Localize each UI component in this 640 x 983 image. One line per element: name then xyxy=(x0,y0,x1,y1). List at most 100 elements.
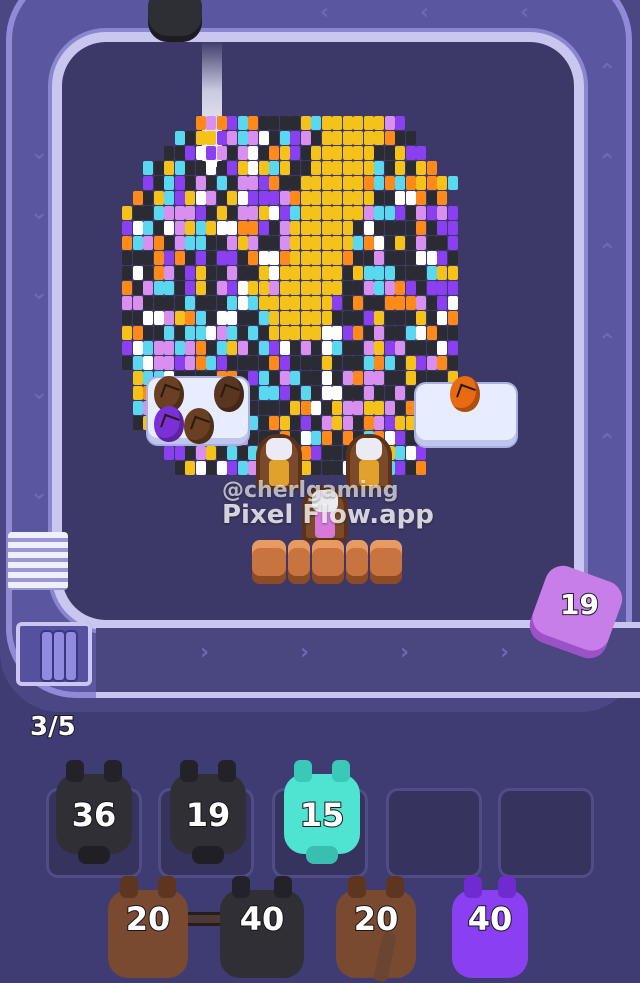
pixel-block xyxy=(174,236,185,250)
pixel-block xyxy=(258,296,269,310)
pixel-block xyxy=(143,326,153,340)
pixel-block xyxy=(195,116,206,130)
slot-5[interactable] xyxy=(498,788,594,878)
pig-count: 40 xyxy=(239,899,286,939)
pixel-block xyxy=(353,311,363,325)
pixel-block xyxy=(279,206,290,220)
pixel-block xyxy=(206,446,216,460)
pixel-block xyxy=(437,326,447,340)
pixel-block xyxy=(279,341,290,355)
slot-pig-cyan[interactable]: 15 xyxy=(284,760,360,864)
chevron-up-icon: ⌃ xyxy=(598,240,617,265)
pixel-block xyxy=(353,341,363,355)
pixel-block xyxy=(216,266,227,280)
pixel-block xyxy=(447,281,458,295)
pixel-block xyxy=(227,281,237,295)
chevron-up-icon: ⌃ xyxy=(598,330,617,355)
pixel-block xyxy=(321,326,332,340)
pixel-block xyxy=(353,161,363,175)
pixel-block xyxy=(437,191,447,205)
pixel-block xyxy=(237,221,248,235)
pixel-block xyxy=(248,296,258,310)
reserve-pig-black[interactable]: 40 xyxy=(220,876,304,978)
reserve-pig-brown[interactable]: 20 xyxy=(108,876,188,978)
pixel-block xyxy=(311,161,321,175)
pixel-block xyxy=(195,326,206,340)
watermark-site: Pixel Flow.app xyxy=(222,500,434,530)
pixel-block xyxy=(321,461,332,475)
pixel-block xyxy=(216,356,227,370)
pixel-block xyxy=(363,236,374,250)
pixel-block xyxy=(311,116,321,130)
pixel-block xyxy=(185,176,195,190)
pixel-block xyxy=(384,401,395,415)
chevron-right-icon: › xyxy=(400,640,410,665)
pig-count: 19 xyxy=(185,795,232,835)
pixel-block xyxy=(132,221,143,235)
pixel-block xyxy=(321,356,332,370)
pixel-block xyxy=(332,236,342,250)
pixel-block xyxy=(248,191,258,205)
pixel-block xyxy=(269,356,279,370)
pixel-block xyxy=(395,206,405,220)
pixel-block xyxy=(321,281,332,295)
pixel-block xyxy=(248,416,258,430)
pixel-block xyxy=(279,326,290,340)
pixel-block xyxy=(132,371,143,385)
pixel-block xyxy=(206,461,216,475)
pixel-block xyxy=(195,311,206,325)
pixel-block xyxy=(122,296,132,310)
pixel-block xyxy=(405,311,416,325)
pixel-block xyxy=(426,371,437,385)
reserve-pig-purple[interactable]: 40 xyxy=(452,876,528,978)
pixel-block xyxy=(279,221,290,235)
pixel-block xyxy=(447,266,458,280)
pixel-block xyxy=(311,146,321,160)
pixel-block xyxy=(227,221,237,235)
pixel-block xyxy=(342,296,353,310)
pixel-block xyxy=(363,251,374,265)
pixel-block xyxy=(248,236,258,250)
pixel-block xyxy=(447,326,458,340)
pixel-block xyxy=(164,251,174,265)
pixel-block xyxy=(342,311,353,325)
top-pig-dropper xyxy=(148,0,202,42)
pig-count: 40 xyxy=(467,899,514,939)
pixel-block xyxy=(132,341,143,355)
pixel-block xyxy=(248,221,258,235)
pixel-block xyxy=(321,206,332,220)
pixel-block xyxy=(290,326,300,340)
pixel-block xyxy=(395,356,405,370)
pixel-block xyxy=(416,281,426,295)
pixel-block xyxy=(374,386,384,400)
pixel-block xyxy=(384,146,395,160)
chevron-down-icon: ⌄ xyxy=(30,480,49,505)
queue-counter: 3/5 xyxy=(29,711,77,743)
pixel-block xyxy=(174,176,185,190)
pixel-block xyxy=(405,146,416,160)
pixel-block xyxy=(342,401,353,415)
pixel-block xyxy=(384,116,395,130)
pixel-block xyxy=(216,146,227,160)
pixel-block xyxy=(195,461,206,475)
pixel-block xyxy=(395,341,405,355)
pixel-block xyxy=(279,236,290,250)
pixel-block xyxy=(405,341,416,355)
pixel-block xyxy=(237,206,248,220)
pixel-block xyxy=(342,191,353,205)
slot-pig-black[interactable]: 19 xyxy=(170,760,246,864)
pixel-block xyxy=(311,341,321,355)
pixel-block xyxy=(227,356,237,370)
pixel-block xyxy=(248,131,258,145)
slot-pig-black[interactable]: 36 xyxy=(56,760,132,864)
slot-4[interactable] xyxy=(386,788,482,878)
chevron-down-icon: ⌄ xyxy=(30,200,49,225)
pixel-block xyxy=(227,146,237,160)
pixel-block xyxy=(185,251,195,265)
pixel-block xyxy=(300,221,311,235)
pixel-block xyxy=(279,281,290,295)
pixel-block xyxy=(300,116,311,130)
pixel-block xyxy=(374,236,384,250)
pixel-block xyxy=(374,191,384,205)
pixel-block xyxy=(290,416,300,430)
